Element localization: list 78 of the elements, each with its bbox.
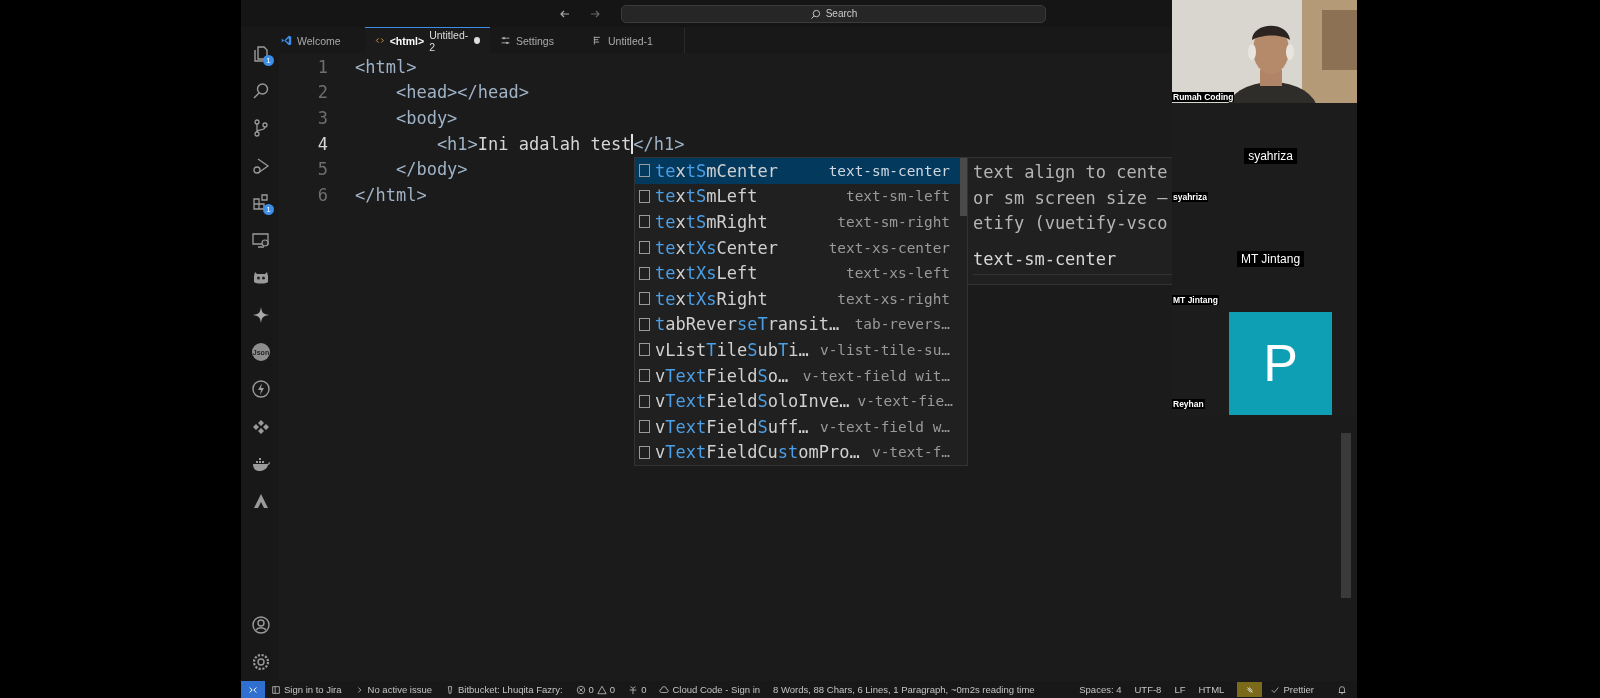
doc-text: text align to cente [973, 161, 1169, 184]
line-number: 3 [316, 108, 328, 128]
scroll-thumb[interactable] [960, 158, 967, 216]
code-line: </html> [355, 184, 427, 205]
files-icon [251, 43, 271, 64]
status-item[interactable]: Sign in to Jira [271, 684, 342, 695]
code-line: <html> [355, 56, 417, 77]
status-item[interactable]: Bitbucket: Lhuqita Fazry: [445, 684, 563, 695]
feedback-button[interactable] [1237, 682, 1263, 697]
suggestion-item[interactable]: vTextFieldSo… v-text-field wit… [635, 362, 960, 389]
board-icon [271, 684, 281, 695]
account-icon[interactable] [251, 615, 271, 636]
source-control-icon [251, 118, 271, 139]
remote-icon [248, 684, 258, 695]
sliders-icon [500, 35, 511, 46]
suggestion-item[interactable]: textSmRight text-sm-right [635, 209, 960, 235]
problems-status[interactable]: 0 0 [575, 684, 616, 695]
search-field[interactable]: Search [621, 4, 1046, 23]
editor-tab[interactable]: Settings [490, 27, 582, 53]
suggestion-item[interactable]: vTextFieldSoloInve… v-text-fie… [635, 388, 960, 414]
error-icon [575, 684, 586, 695]
doc-text: etify (vuetify-vsco [973, 212, 1169, 236]
suggestion-item[interactable]: vTextFieldCustomPro… v-text-f… [635, 439, 960, 466]
status-item[interactable]: UTF-8 [1134, 684, 1162, 695]
participant-name: Rumah Coding [1172, 91, 1235, 102]
participant-name: Reyhan [1172, 399, 1205, 409]
status-item[interactable]: HTML [1198, 684, 1225, 695]
code-line: <h1>Ini adalah test</h1> [435, 133, 685, 154]
search-icon [251, 80, 271, 101]
search-icon [810, 8, 821, 20]
line-number: 1 [316, 56, 328, 77]
participant-name: syahriza [1172, 191, 1209, 202]
code-line: </body> [394, 159, 468, 180]
extensions-icon [251, 192, 271, 213]
scroll-bar[interactable] [1341, 433, 1351, 598]
suggestion-item[interactable]: textXsRight text-xs-right [635, 285, 960, 312]
check-icon [1270, 684, 1281, 695]
suggestion-item[interactable]: textSmLeft text-sm-left [635, 183, 960, 210]
warning-icon [596, 684, 607, 695]
editor-tab[interactable]: Untitled-1 [582, 27, 685, 53]
settings-icon[interactable] [251, 652, 271, 673]
status-item[interactable]: Cloud Code - Sign in [659, 684, 761, 695]
status-item[interactable]: 8 Words, 88 Chars, 6 Lines, 1 Paragraph, ~0m2s reading time [773, 684, 1035, 695]
suggestion-item[interactable]: textXsCenter text-xs-center [635, 234, 960, 261]
status-item[interactable]: LF [1174, 684, 1186, 695]
status-item[interactable]: Prettier [1270, 684, 1314, 695]
cloud-icon [659, 684, 670, 695]
line-number: 6 [316, 184, 328, 205]
status-item[interactable]: No active issue [354, 684, 432, 695]
participant-name: syahriza [1244, 147, 1297, 164]
count-badge: 1 [263, 204, 274, 216]
line-number: 2 [316, 82, 328, 103]
status-item[interactable]: Spaces: 4 [1079, 684, 1122, 695]
lightning-icon [251, 379, 271, 400]
status-item[interactable]: 0 [628, 684, 647, 695]
antenna-icon [628, 684, 639, 695]
suggestion-item[interactable]: textSmCenter text-sm-center [635, 158, 960, 184]
bucket-icon [445, 684, 455, 695]
participant-name: MT Jintang [1236, 251, 1305, 268]
code-line: <body> [394, 108, 458, 128]
code-editor-logo-icon [281, 35, 292, 46]
line-number: 5 [316, 159, 328, 180]
doc-text: or sm screen size – [973, 186, 1169, 210]
suggestion-item[interactable]: vListTileSubTi… v-list-tile-su… [635, 337, 960, 363]
line-number: 4 [316, 133, 328, 154]
suggestion-item[interactable]: textXsLeft text-xs-left [635, 260, 960, 286]
code-brackets-icon [375, 35, 385, 46]
feather-icon [1244, 684, 1255, 695]
editor-tab[interactable]: Welcome [281, 27, 365, 53]
avatar: P [1229, 311, 1332, 415]
code-line: <head></head> [394, 82, 529, 103]
file-lines-icon [592, 35, 603, 46]
suggestion-item[interactable]: tabReverseTransit… tab-revers… [635, 311, 960, 338]
count-badge: 1 [263, 55, 274, 67]
notification-bell-icon[interactable] [1337, 684, 1347, 695]
participant-name: MT Jintang [1172, 295, 1219, 306]
suggestion-item[interactable]: vTextFieldSuff… v-text-field w… [635, 413, 960, 440]
monitor-icon [251, 230, 271, 251]
